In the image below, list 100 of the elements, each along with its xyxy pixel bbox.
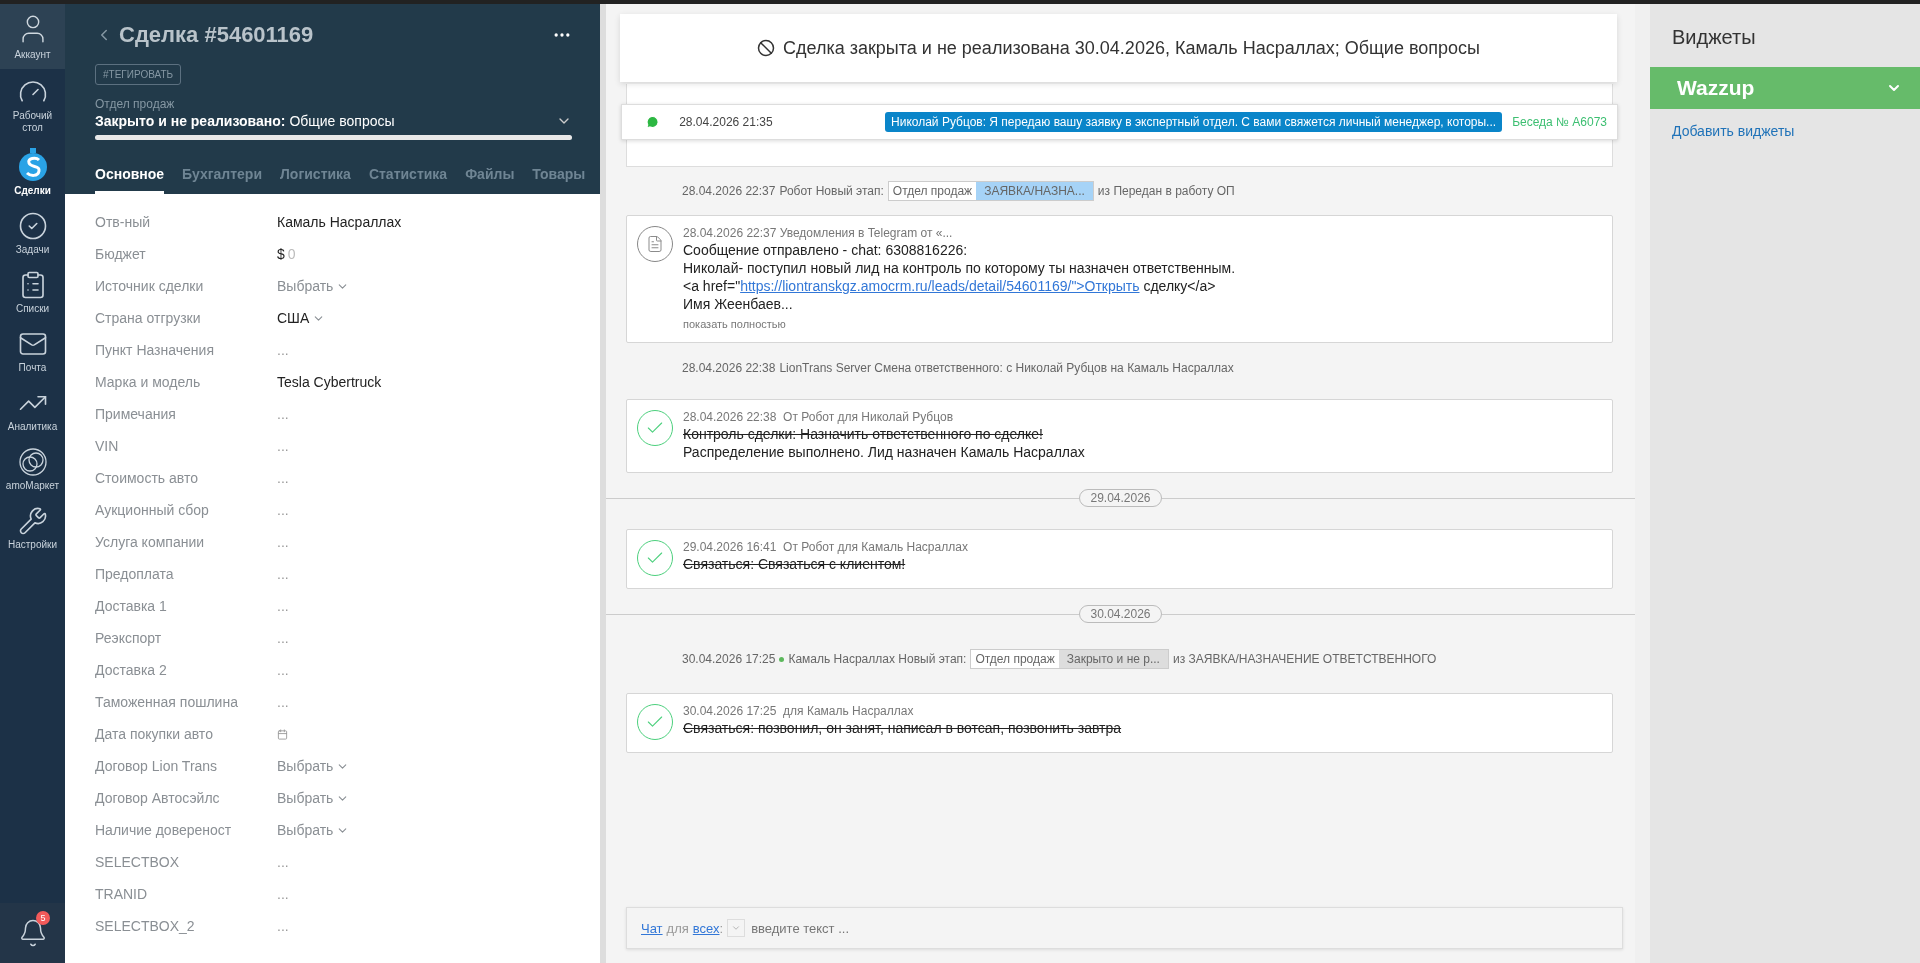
message-time: 28.04.2026 21:35 bbox=[679, 115, 774, 129]
tag-button[interactable]: #ТЕГИРОВАТЬ bbox=[95, 64, 182, 85]
select-field[interactable]: Выбрать bbox=[277, 790, 350, 806]
field-value[interactable]: Камаль Насраллах bbox=[277, 214, 402, 230]
field-value[interactable]: ... bbox=[277, 918, 289, 934]
field-label: Договор Автосэйлс bbox=[95, 790, 221, 806]
nav-item[interactable]: Настройки bbox=[0, 498, 65, 557]
calendar-icon[interactable] bbox=[277, 728, 288, 740]
event-text: Робот Новый этап: bbox=[779, 184, 884, 198]
field-label: Дата покупки авто bbox=[95, 726, 214, 742]
event-text: из ЗАЯВКА/НАЗНАЧЕНИЕ ОТВЕТСТВЕННОГО bbox=[1172, 652, 1437, 666]
field-value[interactable]: ... bbox=[277, 598, 289, 614]
check-circle-icon bbox=[17, 211, 48, 241]
note-link[interactable]: https://liontranskgz.amocrm.ru/leads/detail/54601169/">Открыть bbox=[740, 278, 1140, 294]
audience-link[interactable]: всех bbox=[692, 920, 720, 936]
field-label: Договор Lion Trans bbox=[95, 758, 219, 774]
show-more-link[interactable]: показать полностью bbox=[683, 318, 1236, 330]
chat-input[interactable]: введите текст ... bbox=[749, 919, 1608, 937]
select-field[interactable]: Выбрать bbox=[277, 758, 350, 774]
deal-status[interactable]: Закрыто и не реализовано: Общие вопросы bbox=[95, 113, 395, 129]
nav-item[interactable]: Задачи bbox=[0, 203, 65, 262]
task-header: 29.04.2026 16:41 От Робот для Камаль Насраллах bbox=[683, 540, 968, 554]
field-label: Предоплата bbox=[95, 566, 175, 582]
note-line: <a href="https://liontranskgz.amocrm.ru/leads/detail/54601169/">Открыть сделку</a> bbox=[683, 278, 1217, 294]
field-value[interactable]: ... bbox=[277, 694, 289, 710]
tab[interactable]: Бухгалтери bbox=[182, 158, 263, 194]
event-text: Камаль Насраллах Новый этап: bbox=[788, 652, 967, 666]
conversation-link[interactable]: Беседа № А6073 bbox=[1502, 115, 1607, 129]
widgets-title: Виджеты bbox=[1672, 26, 1757, 49]
nav-label[interactable]: Аккаунт bbox=[14, 49, 51, 61]
field-label: TRANID bbox=[95, 886, 149, 902]
message-preview: Николай Рубцов: Я передаю вашу заявку в экспертный отдел. С вами свяжется личный менеджер, которы... bbox=[885, 112, 1503, 132]
event-text: LionTrans Server Смена ответственного: с Николай Рубцов на Камаль Насраллах bbox=[779, 361, 1234, 375]
field-value[interactable]: Tesla Cybertruck bbox=[277, 374, 382, 390]
event-time: 28.04.2026 22:38 bbox=[682, 361, 776, 375]
stage-name: Закрыто и не р... bbox=[1058, 650, 1168, 668]
colon-label: : bbox=[719, 920, 724, 936]
field-label: Доставка 1 bbox=[95, 598, 168, 614]
event-time: 30.04.2026 17:25 bbox=[682, 652, 776, 666]
document-icon bbox=[646, 235, 664, 253]
nav-item[interactable]: Списки bbox=[0, 262, 65, 321]
widget-header[interactable]: Wazzup bbox=[1650, 67, 1920, 109]
add-widgets-link[interactable]: Добавить виджеты bbox=[1672, 123, 1898, 139]
field-label: Услуга компании bbox=[95, 534, 206, 550]
notification-badge: 5 bbox=[36, 911, 50, 925]
field-value[interactable]: ... bbox=[277, 438, 289, 454]
field-value[interactable]: ... bbox=[277, 854, 289, 870]
tab[interactable]: Логистика bbox=[280, 158, 351, 194]
note-header: 28.04.2026 22:37 Уведомления в Telegram от «... bbox=[683, 226, 954, 240]
field-value[interactable]: ... bbox=[277, 470, 289, 486]
tab[interactable]: Основное bbox=[95, 158, 165, 194]
pipeline-label: Отдел продаж bbox=[95, 97, 176, 111]
field-label: Доставка 2 bbox=[95, 662, 168, 678]
nav-item[interactable]: Сделки bbox=[0, 140, 65, 203]
field-label: Реэкспорт bbox=[95, 630, 163, 646]
tab[interactable]: Статистика bbox=[368, 158, 448, 194]
select-field[interactable]: Выбрать bbox=[277, 278, 350, 294]
field-value[interactable]: ... bbox=[277, 406, 289, 422]
closed-deal-banner: Сделка закрыта и не реализована 30.04.2026, Камаль Насраллах; Общие вопросы bbox=[620, 14, 1617, 82]
field-label: Марка и модель bbox=[95, 374, 202, 390]
task-text: Распределение выполнено. Лид назначен Камаль Насраллах bbox=[683, 444, 1085, 460]
note-line: Имя Жеенбаев... bbox=[683, 296, 794, 312]
date-chip: 30.04.2026 bbox=[1079, 605, 1162, 623]
event-time: 28.04.2026 22:37 bbox=[682, 184, 776, 198]
nav-item[interactable]: amoМаркет bbox=[0, 439, 65, 498]
field-label: Бюджет bbox=[95, 246, 147, 262]
field-value[interactable]: ... bbox=[277, 630, 289, 646]
nav-item[interactable]: Аналитика bbox=[0, 380, 65, 439]
field-label: SELECTBOX_2 bbox=[95, 918, 196, 934]
nav-item[interactable]: Рабочий стол bbox=[0, 69, 65, 140]
field-value[interactable]: ... bbox=[277, 342, 289, 358]
deal-title: Сделка #54601169 bbox=[119, 22, 315, 48]
chat-bubble-icon bbox=[646, 114, 660, 130]
circles-icon bbox=[17, 447, 48, 477]
task-text: Контроль сделки: Назначить ответственного по сделке! bbox=[683, 426, 1044, 442]
settings-icon bbox=[17, 506, 48, 536]
nav-item[interactable]: Почта bbox=[0, 321, 65, 380]
select-field[interactable]: США bbox=[277, 310, 326, 326]
field-value[interactable]: ... bbox=[277, 662, 289, 678]
whatsapp-message-row[interactable]: 28.04.2026 21:35 Николай Рубцов: Я передаю вашу заявку в экспертный отдел. С вами свяжется личный менеджер, которы... Беседа № А6073 bbox=[621, 104, 1618, 140]
field-value[interactable]: ... bbox=[277, 886, 289, 902]
chat-composer[interactable]: Чат для всех: введите текст ... bbox=[626, 907, 1623, 949]
event-text: из Передан в работу ОП bbox=[1097, 184, 1235, 198]
task-header: 30.04.2026 17:25 для Камаль Насраллах bbox=[683, 704, 915, 718]
tab[interactable]: Товары bbox=[532, 158, 586, 194]
field-value[interactable]: $ 0 bbox=[277, 246, 296, 262]
chat-mode-link[interactable]: Чат bbox=[641, 920, 663, 936]
select-field[interactable]: Выбрать bbox=[277, 822, 350, 838]
field-label: Стоимость авто bbox=[95, 470, 199, 486]
stage-pipeline: Отдел продаж bbox=[971, 650, 1059, 668]
field-label: Наличие довереност bbox=[95, 822, 233, 838]
task-text: Связаться: Связаться с клиентом! bbox=[683, 556, 907, 572]
field-value[interactable]: ... bbox=[277, 502, 289, 518]
tab[interactable]: Файлы bbox=[465, 158, 515, 194]
field-value[interactable]: ... bbox=[277, 566, 289, 582]
field-value[interactable]: ... bbox=[277, 534, 289, 550]
stage-pipeline: Отдел продаж bbox=[888, 182, 977, 200]
date-chip: 29.04.2026 bbox=[1079, 489, 1162, 507]
field-label: VIN bbox=[95, 438, 120, 454]
field-label: Аукционный сбор bbox=[95, 502, 210, 518]
